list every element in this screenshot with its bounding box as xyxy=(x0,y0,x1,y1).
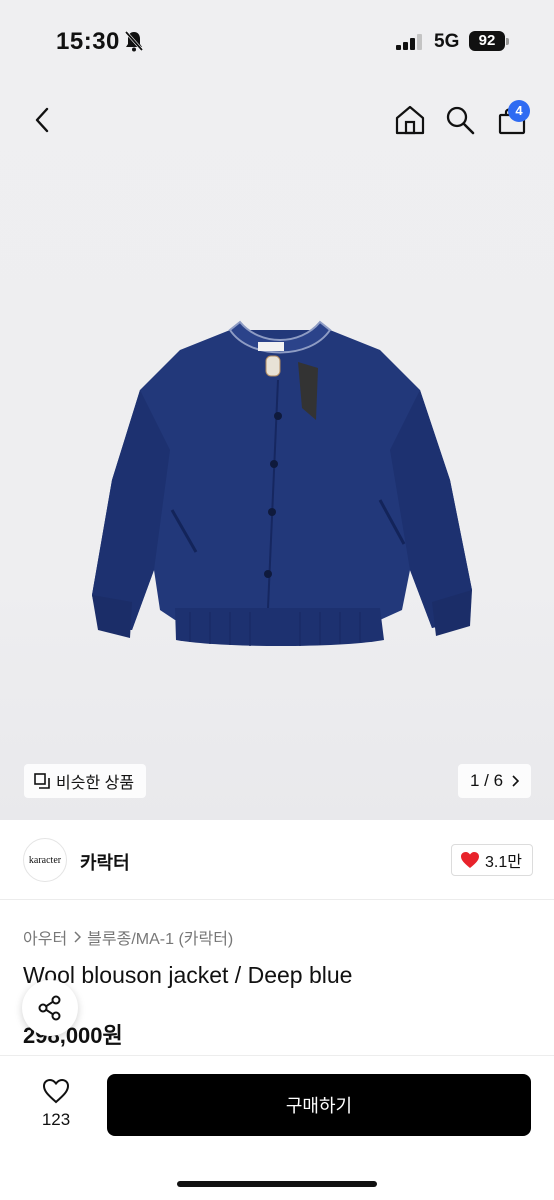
similar-products-button[interactable]: 비슷한 상품 xyxy=(24,764,147,798)
product-like-count: 123 xyxy=(41,1110,71,1129)
search-button[interactable] xyxy=(440,100,480,140)
home-indicator xyxy=(177,1181,377,1187)
signal-icon xyxy=(396,34,422,50)
share-icon xyxy=(38,995,61,1021)
product-image-jacket[interactable] xyxy=(80,290,480,690)
brand-row[interactable]: karacter 카락터 3.1만 xyxy=(0,822,554,900)
share-button[interactable] xyxy=(22,980,78,1036)
buy-button-label: 구매하기 xyxy=(285,1096,353,1116)
brand-logo[interactable]: karacter xyxy=(23,838,67,882)
brand-like-count: 3.1만 xyxy=(485,854,522,871)
buy-button[interactable]: 구매하기 xyxy=(107,1074,531,1136)
gallery-page-indicator[interactable]: 1 / 6 xyxy=(458,764,532,798)
breadcrumb: 아우터 블루종/MA-1 (카락터) xyxy=(23,925,233,949)
battery-indicator: 92 xyxy=(469,31,505,51)
bottom-action-bar: 123 구매하기 xyxy=(0,1055,554,1200)
brand-like-button[interactable]: 3.1만 xyxy=(451,844,533,876)
home-button[interactable] xyxy=(390,100,430,140)
home-icon xyxy=(395,105,425,135)
chevron-right-icon xyxy=(512,775,520,787)
heart-icon xyxy=(461,852,479,868)
back-chevron-icon xyxy=(35,107,49,133)
battery-tip xyxy=(506,38,509,45)
chevron-right-icon xyxy=(74,931,82,943)
breadcrumb-item-outer[interactable]: 아우터 xyxy=(23,925,67,949)
status-bar: 15:30 5G 92 xyxy=(0,0,554,80)
product-like-button[interactable]: 123 xyxy=(30,1076,82,1136)
bell-muted-icon xyxy=(124,31,144,52)
cart-count-badge: 4 xyxy=(508,100,530,122)
copy-icon xyxy=(34,773,50,789)
search-icon xyxy=(446,106,475,135)
back-button[interactable] xyxy=(22,100,62,140)
breadcrumb-item-category[interactable]: 블루종/MA-1 (카락터) xyxy=(87,925,233,949)
similar-products-label: 비슷한 상품 xyxy=(56,775,135,792)
network-label: 5G xyxy=(434,31,460,52)
brand-name[interactable]: 카락터 xyxy=(80,849,130,875)
page-indicator-label: 1 / 6 xyxy=(470,771,504,790)
status-time: 15:30 xyxy=(56,28,120,55)
heart-outline-icon xyxy=(42,1078,70,1104)
product-title: Wool blouson jacket / Deep blue xyxy=(23,962,353,988)
